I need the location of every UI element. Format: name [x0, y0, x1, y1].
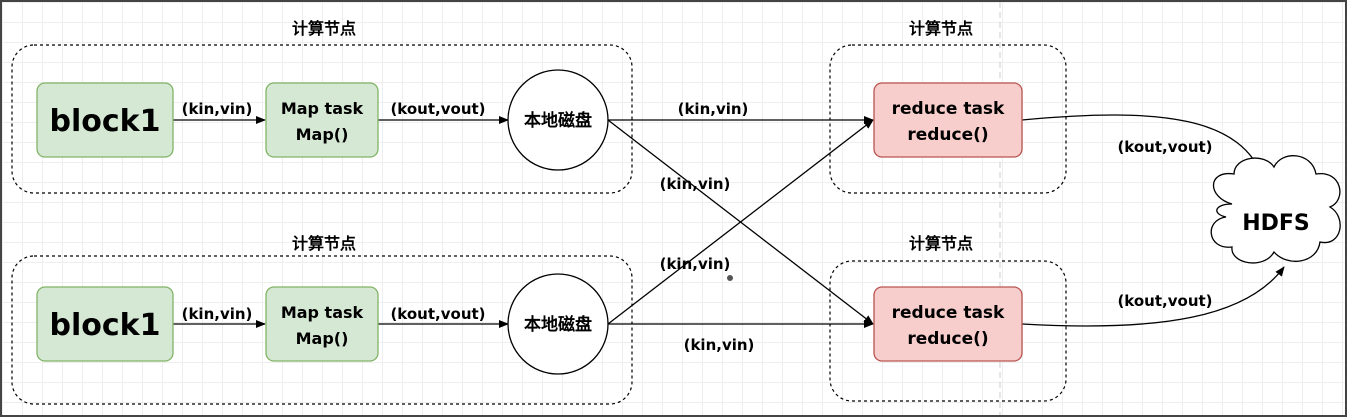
edge-label-block-to-map-top: (kin,vin) [182, 100, 253, 118]
group-title-map-bottom: 计算节点 [292, 234, 356, 253]
edge-label-reduce-top-to-hdfs: (kout,vout) [1117, 138, 1212, 156]
hdfs-label: HDFS [1242, 211, 1310, 236]
reduce-func-label-top: reduce() [907, 125, 988, 145]
edge-label-map-to-disk-top: (kout,vout) [390, 100, 485, 118]
map-func-label-top: Map() [296, 125, 349, 144]
edge-label-disk-top-to-reduce-bottom: (kin,vin) [660, 175, 731, 193]
local-disk-label-top: 本地磁盘 [524, 110, 592, 131]
mapreduce-diagram: 计算节点 计算节点 计算节点 计算节点 (kin,vin) (kout,vout… [11, 2, 1341, 415]
reduce-func-label-bottom: reduce() [907, 329, 988, 349]
hdfs-cloud-icon [1210, 155, 1341, 264]
map-task-node-bottom [265, 286, 379, 362]
block-label-top: block1 [50, 104, 161, 139]
edge-label-disk-top-to-reduce-top: (kin,vin) [678, 100, 749, 118]
edge-label-map-to-disk-bottom: (kout,vout) [390, 305, 485, 323]
reduce-task-node-bottom [873, 286, 1023, 362]
diagram-canvas: 计算节点 计算节点 计算节点 计算节点 (kin,vin) (kout,vout… [0, 0, 1347, 417]
map-task-label-top: Map task [281, 99, 364, 118]
group-title-reduce-top: 计算节点 [909, 19, 973, 38]
edge-label-disk-bottom-to-reduce-bottom: (kin,vin) [684, 336, 755, 354]
map-task-node-top [265, 82, 379, 158]
group-title-map-top: 计算节点 [292, 19, 356, 38]
reduce-task-label-bottom: reduce task [892, 303, 1005, 323]
reduce-task-label-top: reduce task [892, 99, 1005, 119]
local-disk-label-bottom: 本地磁盘 [524, 314, 592, 335]
map-task-label-bottom: Map task [281, 303, 364, 322]
reduce-task-node-top [873, 82, 1023, 158]
group-title-reduce-bottom: 计算节点 [909, 234, 973, 253]
stray-dot [727, 275, 733, 281]
map-func-label-bottom: Map() [296, 329, 349, 348]
edge-label-reduce-bottom-to-hdfs: (kout,vout) [1117, 292, 1212, 310]
edge-label-disk-bottom-to-reduce-top: (kin,vin) [660, 255, 731, 273]
block-label-bottom: block1 [50, 308, 161, 343]
edge-label-block-to-map-bottom: (kin,vin) [182, 305, 253, 323]
